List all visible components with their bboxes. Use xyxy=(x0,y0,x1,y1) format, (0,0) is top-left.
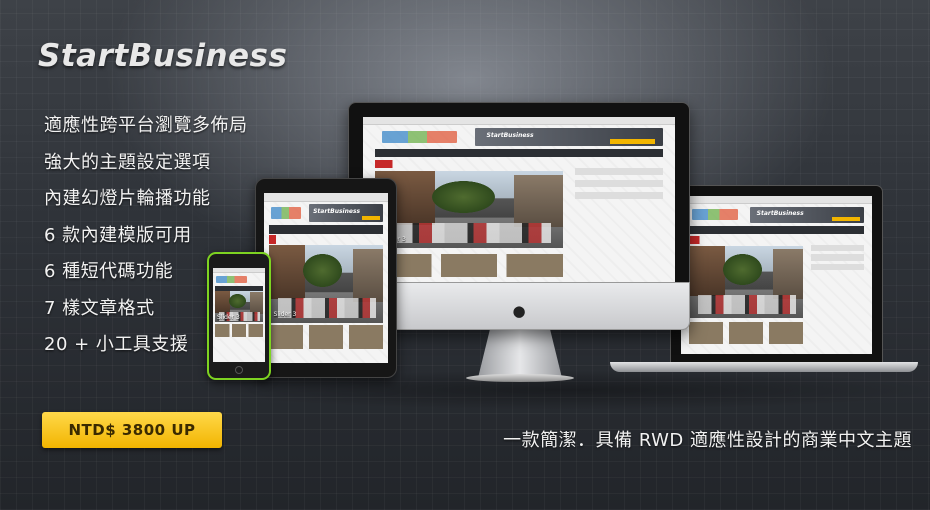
price-button[interactable]: NTD$ 3800 UP xyxy=(42,412,222,448)
ipad-device: StartBusiness Slider 3 xyxy=(255,178,397,378)
macbook-site-preview: StartBusiness xyxy=(681,196,872,354)
imac-foot xyxy=(466,374,574,382)
slider-caption: Slider 3 xyxy=(273,311,297,319)
feature-item: 內建幻燈片輪播功能 xyxy=(44,188,211,209)
home-button-icon xyxy=(235,366,243,374)
iphone-device: Slider 3 xyxy=(207,252,271,380)
banner-text: StartBusiness xyxy=(313,208,361,216)
imac-site-preview: StartBusiness Slider 3 xyxy=(363,117,675,283)
ipad-site-preview: StartBusiness Slider 3 xyxy=(264,193,388,363)
iphone-site-preview: Slider 3 xyxy=(213,268,265,362)
imac-chin: ● xyxy=(348,282,690,330)
apple-logo-icon: ● xyxy=(512,302,526,320)
brand-title: StartBusiness xyxy=(38,38,288,74)
banner-text: StartBusiness xyxy=(756,210,804,218)
tagline: 一款簡潔．具備 RWD 適應性設計的商業中文主題 xyxy=(503,430,912,451)
feature-item: 適應性跨平台瀏覽多佈局 xyxy=(44,115,248,136)
macbook-base xyxy=(610,362,918,372)
banner-text: StartBusiness xyxy=(486,131,534,139)
slider-caption: Slider 3 xyxy=(216,313,240,321)
imac-stand xyxy=(478,330,562,378)
feature-item: 強大的主題設定選項 xyxy=(44,151,211,173)
macbook-screen: StartBusiness xyxy=(670,185,883,363)
